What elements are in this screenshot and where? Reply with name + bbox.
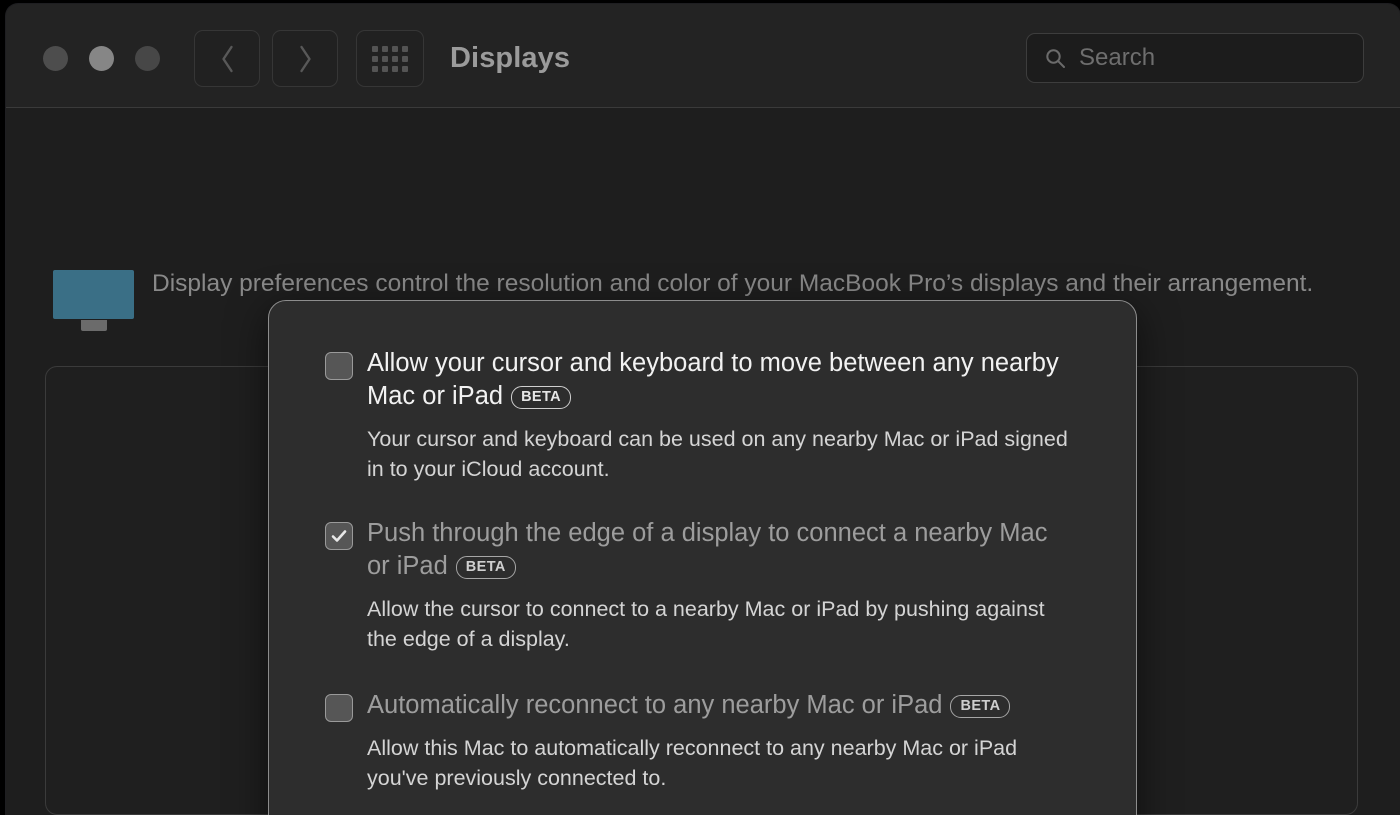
- minimize-window-button[interactable]: [89, 46, 114, 71]
- close-window-button[interactable]: [43, 46, 68, 71]
- intro-description: Display preferences control the resoluti…: [152, 266, 1352, 302]
- checkmark-icon: [329, 526, 349, 546]
- option-row-allow-cursor-keyboard: Allow your cursor and keyboard to move b…: [325, 347, 1077, 484]
- option-title: Push through the edge of a display to co…: [367, 517, 1067, 583]
- chevron-left-icon: [219, 44, 236, 74]
- option-title-text: Allow your cursor and keyboard to move b…: [367, 349, 1059, 410]
- beta-badge: BETA: [456, 556, 516, 579]
- option-title: Automatically reconnect to any nearby Ma…: [367, 689, 1010, 722]
- traffic-lights: [43, 46, 160, 71]
- chevron-right-icon: [297, 44, 314, 74]
- option-description: Allow this Mac to automatically reconnec…: [367, 733, 1077, 793]
- search-input[interactable]: [1077, 43, 1331, 73]
- option-title-text: Automatically reconnect to any nearby Ma…: [367, 691, 942, 719]
- option-title: Allow your cursor and keyboard to move b…: [367, 347, 1067, 413]
- forward-button[interactable]: [272, 30, 338, 87]
- beta-badge: BETA: [950, 695, 1010, 718]
- back-button[interactable]: [194, 30, 260, 87]
- option-description: Your cursor and keyboard can be used on …: [367, 424, 1077, 484]
- zoom-window-button[interactable]: [135, 46, 160, 71]
- option-description: Allow the cursor to connect to a nearby …: [367, 594, 1077, 654]
- page-title: Displays: [450, 42, 570, 75]
- search-field[interactable]: [1026, 33, 1364, 83]
- preferences-content: Display preferences control the resoluti…: [6, 108, 1400, 815]
- checkbox-allow-cursor-keyboard[interactable]: [325, 352, 353, 380]
- checkbox-auto-reconnect[interactable]: [325, 694, 353, 722]
- beta-badge: BETA: [511, 386, 571, 409]
- checkbox-push-through-edge[interactable]: [325, 522, 353, 550]
- option-row-push-through-edge: Push through the edge of a display to co…: [325, 517, 1077, 654]
- displays-preferences-window: Displays Display preferences control the…: [6, 4, 1400, 815]
- option-row-auto-reconnect: Automatically reconnect to any nearby Ma…: [325, 689, 1077, 793]
- window-titlebar: Displays: [6, 4, 1400, 108]
- show-all-button[interactable]: [356, 30, 424, 87]
- search-icon: [1045, 48, 1066, 69]
- universal-control-sheet: Allow your cursor and keyboard to move b…: [268, 300, 1137, 815]
- display-monitor-icon: [53, 270, 134, 329]
- grid-icon: [372, 46, 408, 72]
